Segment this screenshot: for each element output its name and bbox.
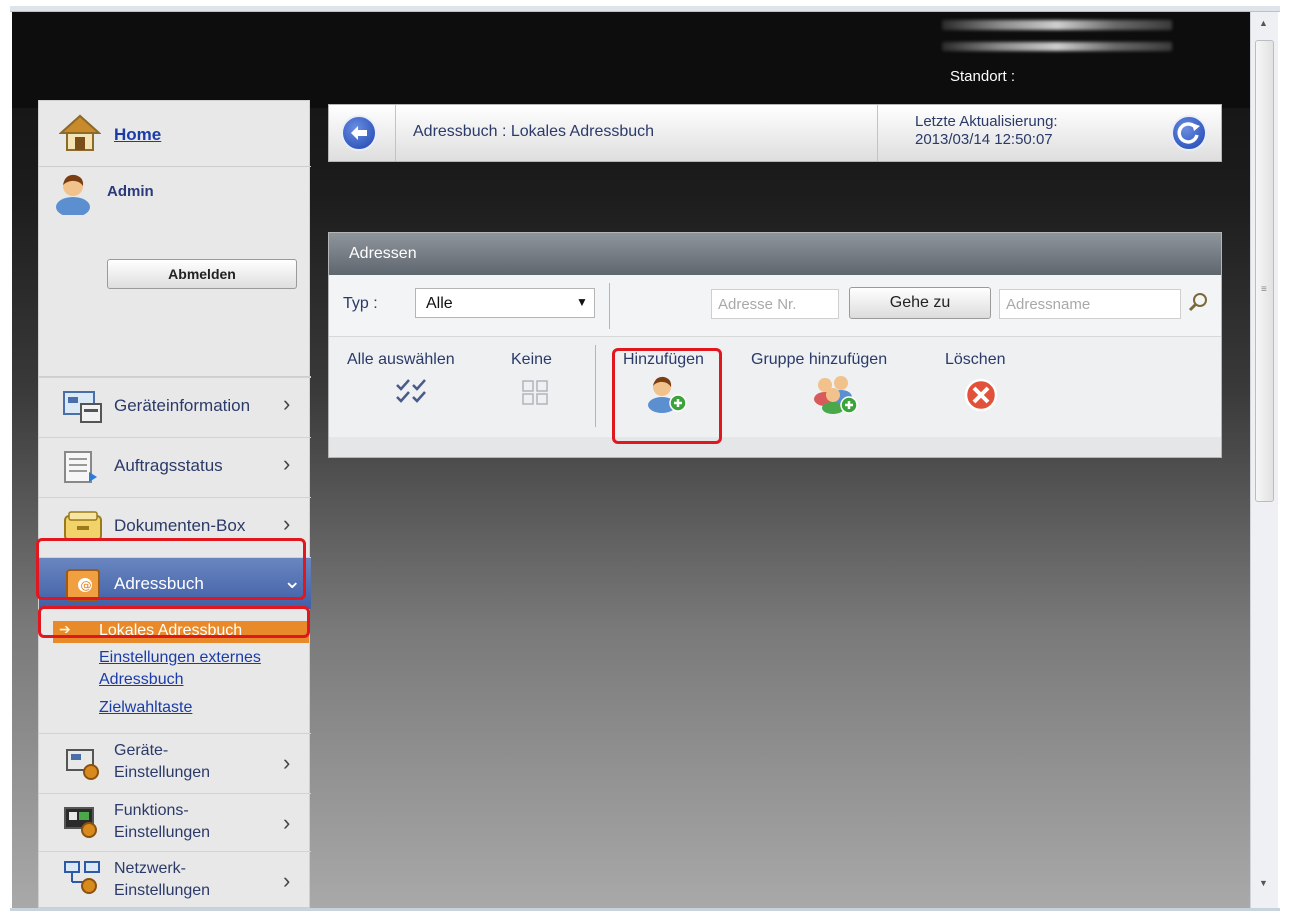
home-icon — [59, 114, 101, 151]
nav-label-line2: Einstellungen — [114, 824, 211, 841]
search-icon[interactable] — [1187, 291, 1209, 313]
select-none-button[interactable]: Keine — [499, 337, 579, 427]
nav-label: Dokumenten-Box — [114, 516, 246, 535]
empty-boxes-icon — [522, 380, 548, 405]
add-group-label: Gruppe hinzufügen — [751, 351, 888, 368]
redacted-info-line — [942, 20, 1172, 30]
refresh-icon — [1177, 122, 1200, 144]
type-label: Typ : — [343, 295, 378, 312]
last-update-time: 2013/03/14 12:50:07 — [915, 131, 1053, 148]
nav-label: Geräteinformation — [114, 396, 251, 415]
divider — [609, 283, 610, 329]
nav-label: Netzwerk- — [114, 860, 187, 877]
type-selected-value: Alle — [426, 295, 453, 312]
select-all-button[interactable]: Alle auswählen — [339, 337, 489, 427]
divider — [595, 345, 596, 427]
network-settings-icon — [64, 861, 100, 894]
select-none-label: Keine — [511, 351, 552, 368]
browser-frame: Standort : Home Admin Abmelden Geräteinf… — [0, 0, 1296, 915]
divider — [877, 105, 878, 161]
nav-job-status[interactable]: Auftragsstatus › — [39, 437, 311, 493]
grip-icon: ≡ — [1261, 284, 1267, 295]
panel-footer — [329, 437, 1221, 457]
sub-nav-external-address-book-line2[interactable]: Adressbuch — [99, 671, 184, 689]
vertical-scrollbar[interactable]: ▲ ≡ ▼ — [1250, 12, 1278, 908]
nav-label-line2: Einstellungen — [114, 764, 211, 781]
sidebar: Home Admin Abmelden Geräteinformation › … — [38, 100, 311, 908]
action-toolbar: Alle auswählen Keine Hinzufügen Gruppe h… — [329, 337, 1221, 437]
nav-label: Funktions- — [114, 802, 189, 819]
sub-nav-speed-dial[interactable]: Zielwahltaste — [99, 699, 192, 717]
address-name-input[interactable]: Adressname — [999, 289, 1181, 319]
nav-label: Auftragsstatus — [114, 456, 223, 475]
nav-function-settings[interactable]: Funktions- Einstellungen › — [39, 793, 311, 851]
location-label: Standort : — [950, 68, 1016, 85]
chevron-right-icon: › — [283, 511, 291, 536]
back-arrow-icon — [351, 126, 367, 140]
scrollbar-thumb[interactable]: ≡ — [1255, 40, 1274, 502]
checkmarks-icon — [396, 379, 426, 403]
highlight-box — [612, 348, 722, 444]
select-all-label: Alle auswählen — [347, 351, 455, 368]
goto-button[interactable]: Gehe zu — [849, 287, 991, 319]
highlight-box — [36, 538, 306, 600]
panel-title: Adressen — [349, 245, 417, 262]
delete-button[interactable]: Löschen — [939, 337, 1039, 427]
highlight-box — [38, 606, 310, 638]
page-header: Standort : — [12, 12, 1250, 108]
scroll-up-icon[interactable]: ▲ — [1259, 18, 1268, 28]
nav-label-line2: Einstellungen — [114, 882, 211, 899]
nav-network-settings[interactable]: Netzwerk- Einstellungen › — [39, 851, 311, 908]
function-settings-icon — [64, 807, 97, 838]
breadcrumb-bar: Adressbuch : Lokales Adressbuch Letzte A… — [328, 104, 1222, 162]
delete-icon — [964, 378, 998, 412]
web-viewport: Standort : Home Admin Abmelden Geräteinf… — [12, 12, 1250, 908]
chevron-right-icon: › — [283, 391, 291, 416]
chevron-right-icon: › — [283, 451, 291, 476]
user-avatar-icon — [56, 174, 90, 215]
chevron-right-icon: › — [283, 810, 291, 835]
add-group-button[interactable]: Gruppe hinzufügen — [745, 337, 925, 427]
chevron-right-icon: › — [283, 750, 291, 775]
nav-label: Geräte- — [114, 742, 169, 759]
device-settings-icon — [66, 749, 99, 780]
redacted-info-line — [942, 42, 1172, 51]
nav-device-settings[interactable]: Geräte- Einstellungen › — [39, 733, 311, 793]
user-row: Admin Abmelden — [39, 167, 311, 377]
breadcrumb: Adressbuch : Lokales Adressbuch — [413, 123, 655, 140]
home-row: Home — [39, 101, 311, 167]
logout-button[interactable]: Abmelden — [107, 259, 297, 289]
delete-label: Löschen — [945, 351, 1006, 368]
scroll-down-icon[interactable]: ▼ — [1259, 878, 1268, 888]
device-info-icon — [63, 391, 102, 423]
last-update-label: Letzte Aktualisierung: — [915, 113, 1058, 130]
refresh-button[interactable] — [1171, 115, 1207, 151]
nav-device-info[interactable]: Geräteinformation › — [39, 377, 311, 433]
home-link[interactable]: Home — [114, 125, 161, 145]
job-status-icon — [64, 451, 97, 483]
user-name: Admin — [107, 183, 154, 200]
address-number-input[interactable]: Adresse Nr. — [711, 289, 839, 319]
chevron-right-icon: › — [283, 868, 291, 893]
dropdown-arrow-icon: ▼ — [576, 295, 588, 309]
divider — [395, 105, 396, 161]
type-select[interactable]: Alle ▼ — [415, 288, 595, 318]
add-group-icon — [814, 376, 858, 414]
window-bottom-border — [10, 908, 1280, 911]
back-button[interactable] — [341, 115, 377, 151]
filter-bar: Typ : Alle ▼ Adresse Nr. Gehe zu Adressn… — [329, 275, 1221, 337]
sub-nav-external-address-book[interactable]: Einstellungen externes — [99, 649, 261, 667]
addresses-panel: Adressen Typ : Alle ▼ Adresse Nr. Gehe z… — [328, 232, 1222, 458]
panel-header: Adressen — [329, 233, 1221, 275]
